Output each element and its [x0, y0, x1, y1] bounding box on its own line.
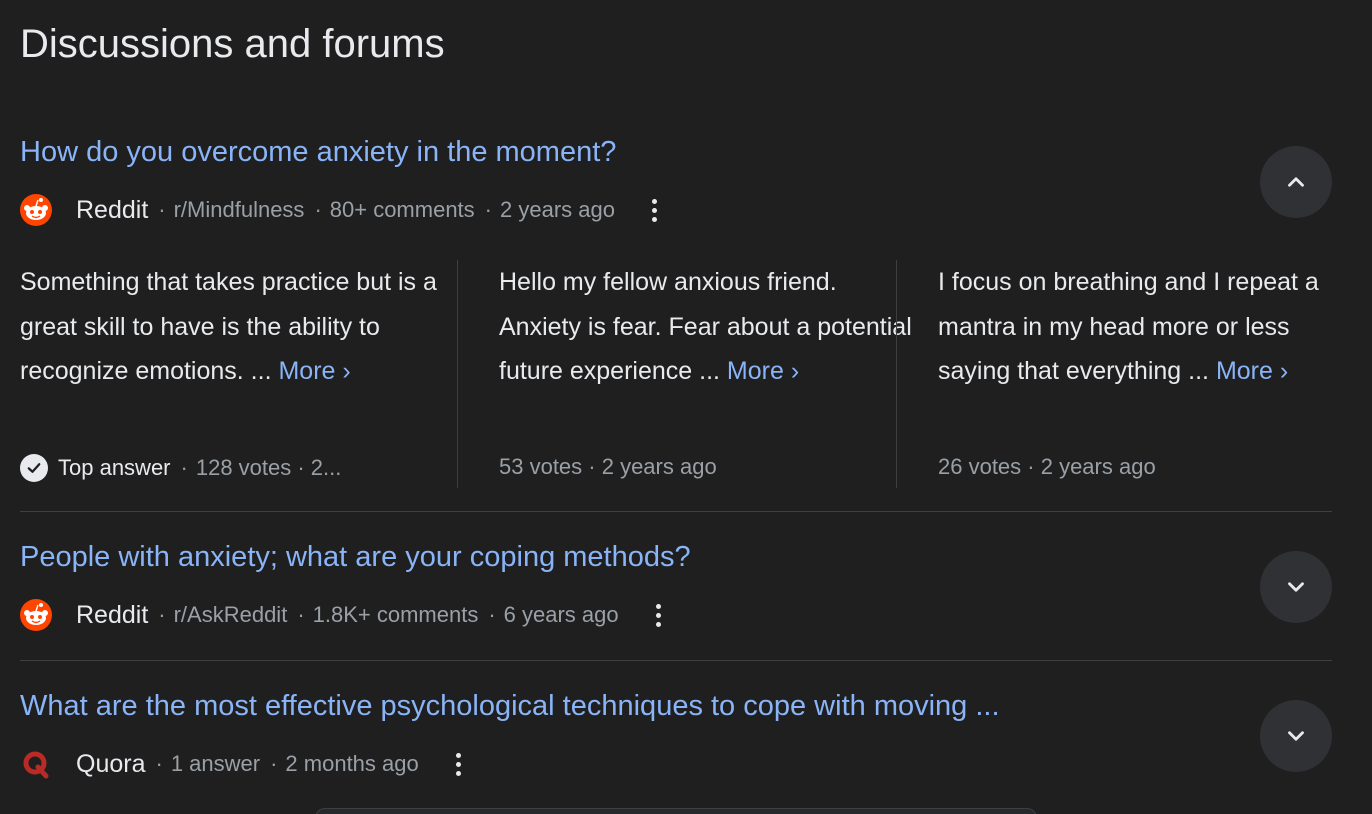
thread-item: How do you overcome anxiety in the momen… — [20, 134, 1332, 494]
post-age: 6 years ago — [503, 602, 619, 627]
thread-meta: Reddit · r/Mindfulness · 80+ comments · … — [20, 194, 665, 226]
more-vert-icon[interactable] — [649, 599, 669, 631]
section-title: Discussions and forums — [20, 22, 445, 66]
answer-votes: 26 votes · 2 years ago — [938, 454, 1156, 479]
meta-separator: · — [297, 602, 305, 627]
collapse-button[interactable] — [1260, 146, 1332, 218]
check-circle-icon — [20, 454, 48, 482]
answer-snippet: Hello my fellow anxious friend. Anxiety … — [499, 268, 912, 385]
see-more-bar[interactable] — [315, 808, 1037, 814]
expand-button[interactable] — [1260, 551, 1332, 623]
post-age: 2 years ago — [500, 197, 615, 222]
more-vert-icon[interactable] — [449, 748, 469, 780]
thread-item: What are the most effective psychologica… — [20, 688, 1332, 798]
answer-votes: 128 votes · 2... — [195, 455, 342, 480]
subreddit-label: r/Mindfulness — [173, 197, 305, 222]
column-divider — [896, 260, 897, 488]
meta-separator: · — [180, 455, 188, 480]
comment-count: 80+ comments — [329, 197, 475, 222]
answer-meta: 53 votes · 2 years ago — [499, 454, 717, 480]
comment-count: 1.8K+ comments — [312, 602, 479, 627]
chevron-down-icon — [1288, 582, 1304, 592]
answer-card[interactable]: I focus on breathing and I repeat a mant… — [938, 260, 1358, 479]
more-link[interactable]: More › — [278, 357, 350, 385]
reddit-logo-icon — [20, 599, 52, 631]
discussions-forums-panel: Discussions and forums How do you overco… — [0, 0, 1372, 814]
source-name[interactable]: Reddit — [76, 196, 148, 225]
meta-separator: · — [155, 751, 163, 776]
thread-title-link[interactable]: How do you overcome anxiety in the momen… — [20, 134, 1332, 170]
thread-item: People with anxiety; what are your copin… — [20, 539, 1332, 649]
subreddit-label: r/AskReddit — [173, 602, 288, 627]
answer-meta: 26 votes · 2 years ago — [938, 454, 1156, 480]
answer-count: 1 answer — [170, 751, 261, 776]
thread-meta: Quora · 1 answer · 2 months ago — [20, 748, 469, 780]
thread-title-link[interactable]: What are the most effective psychologica… — [20, 688, 1332, 724]
meta-separator: · — [158, 197, 166, 222]
meta-separator: · — [484, 197, 492, 222]
top-answer-label: Top answer — [58, 455, 171, 480]
answer-snippet: I focus on breathing and I repeat a mant… — [938, 268, 1319, 385]
meta-separator: · — [158, 602, 166, 627]
thread-title-link[interactable]: People with anxiety; what are your copin… — [20, 539, 1332, 575]
more-link[interactable]: More › — [1216, 357, 1288, 385]
column-divider — [457, 260, 458, 488]
meta-separator: · — [314, 197, 322, 222]
meta-separator: · — [488, 602, 496, 627]
reddit-logo-icon — [20, 194, 52, 226]
expand-button[interactable] — [1260, 700, 1332, 772]
answer-card[interactable]: Something that takes practice but is a g… — [20, 260, 440, 482]
source-name[interactable]: Reddit — [76, 601, 148, 630]
post-age: 2 months ago — [285, 751, 419, 776]
source-name[interactable]: Quora — [76, 750, 145, 779]
chevron-up-icon — [1288, 177, 1304, 187]
thread-meta: Reddit · r/AskReddit · 1.8K+ comments · … — [20, 599, 669, 631]
answer-card[interactable]: Hello my fellow anxious friend. Anxiety … — [499, 260, 919, 479]
meta-separator: · — [270, 751, 278, 776]
answer-meta: Top answer · 128 votes · 2... — [20, 454, 341, 482]
thread-divider — [20, 660, 1332, 661]
more-link[interactable]: More › — [727, 357, 799, 385]
chevron-down-icon — [1288, 731, 1304, 741]
more-vert-icon[interactable] — [645, 194, 665, 226]
quora-logo-icon — [20, 748, 52, 780]
thread-divider — [20, 511, 1332, 512]
answer-votes: 53 votes · 2 years ago — [499, 454, 717, 479]
answer-snippet: Something that takes practice but is a g… — [20, 268, 437, 385]
